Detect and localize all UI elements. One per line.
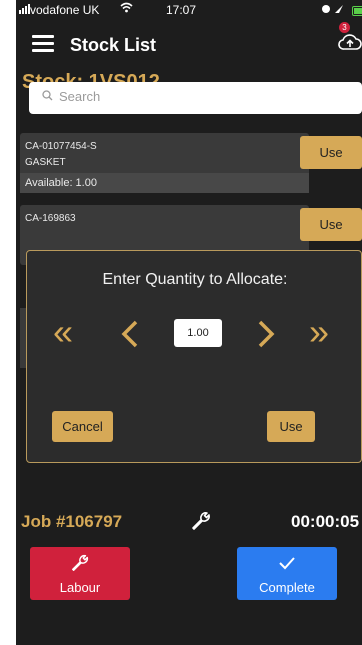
stock-item[interactable]: CA-01077454-S GASKET Available: 1.00 — [20, 133, 309, 193]
cloud-upload-button[interactable]: 3 — [336, 22, 362, 62]
item-code: CA-169863 — [25, 213, 76, 224]
item-code: CA-01077454-S — [25, 141, 97, 152]
status-bar: vodafone UK 17:07 — [16, 0, 362, 20]
use-button[interactable]: Use — [267, 411, 315, 442]
complete-button[interactable]: Complete — [237, 547, 337, 600]
labour-button[interactable]: Labour — [30, 547, 130, 600]
increase-fast-button[interactable]: » — [309, 314, 329, 350]
cloud-upload-icon — [338, 34, 362, 50]
wrench-icon — [192, 512, 210, 530]
dialog-title: Enter Quantity to Allocate: — [102, 271, 288, 288]
checkmark-icon — [279, 557, 295, 570]
labour-label: Labour — [59, 580, 101, 595]
wrench-icon — [72, 554, 89, 571]
use-item-button[interactable]: Use — [300, 136, 362, 169]
signal-strength-icon — [19, 4, 30, 14]
item-description: GASKET — [25, 157, 66, 168]
search-icon — [42, 90, 53, 101]
job-timer: 00:00:05 — [291, 512, 360, 531]
quantity-input[interactable] — [174, 319, 222, 347]
search-input[interactable] — [57, 88, 341, 105]
item-available: Available: 1.00 — [20, 173, 309, 193]
quantity-dialog: Enter Quantity to Allocate: « » Cancel U… — [26, 250, 362, 463]
search-box[interactable] — [29, 82, 362, 114]
app-screen: vodafone UK 17:07 Stock List 3 Stock: 1V… — [16, 0, 362, 645]
complete-label: Complete — [259, 580, 315, 595]
increase-button[interactable] — [256, 319, 276, 349]
cancel-button[interactable]: Cancel — [52, 411, 113, 442]
carrier-name: vodafone UK — [30, 3, 100, 17]
decrease-button[interactable] — [120, 319, 140, 349]
alarm-location-icon — [322, 5, 343, 13]
page-title: Stock List — [70, 35, 157, 55]
status-time: 17:07 — [166, 3, 197, 17]
job-number: Job #106797 — [21, 512, 123, 531]
battery-icon — [352, 6, 362, 16]
decrease-fast-button[interactable]: « — [53, 314, 73, 350]
use-item-button[interactable]: Use — [300, 208, 362, 241]
menu-icon[interactable] — [32, 35, 54, 53]
wifi-icon — [120, 2, 133, 13]
